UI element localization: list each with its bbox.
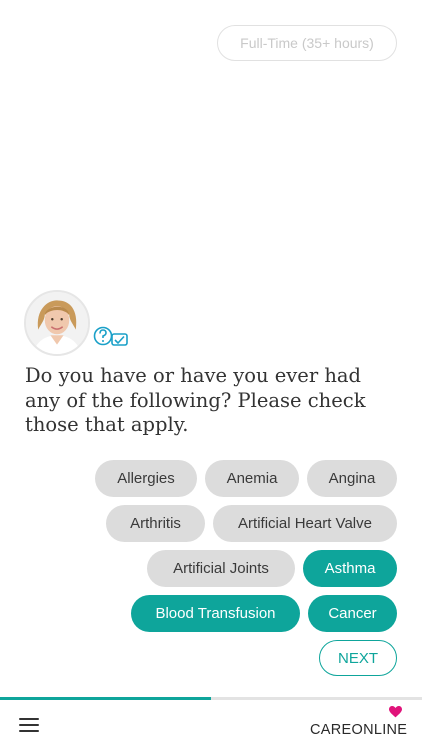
careonline-logo: CAREONLINE [310,706,407,738]
option-artificial-heart-valve[interactable]: Artificial Heart Valve [213,505,397,542]
option-cancer[interactable]: Cancer [308,595,397,632]
brand-name: CAREONLINE [310,722,408,738]
option-allergies[interactable]: Allergies [95,460,197,497]
option-arthritis[interactable]: Arthritis [106,505,205,542]
option-asthma[interactable]: Asthma [303,550,397,587]
next-button[interactable]: NEXT [319,640,397,676]
option-anemia[interactable]: Anemia [205,460,299,497]
progress-bar [0,697,422,700]
question-text: Do you have or have you ever had any of … [25,364,366,436]
question-chat-icon [93,326,128,346]
hamburger-menu-icon[interactable] [19,717,39,733]
progress-bar-fill [0,697,211,700]
option-artificial-joints[interactable]: Artificial Joints [147,550,295,587]
option-angina[interactable]: Angina [307,460,397,497]
previous-answer-chip: Full-Time (35+ hours) [217,25,397,61]
option-blood-transfusion[interactable]: Blood Transfusion [131,595,300,632]
advisor-avatar [24,290,90,356]
heart-icon [389,706,402,718]
